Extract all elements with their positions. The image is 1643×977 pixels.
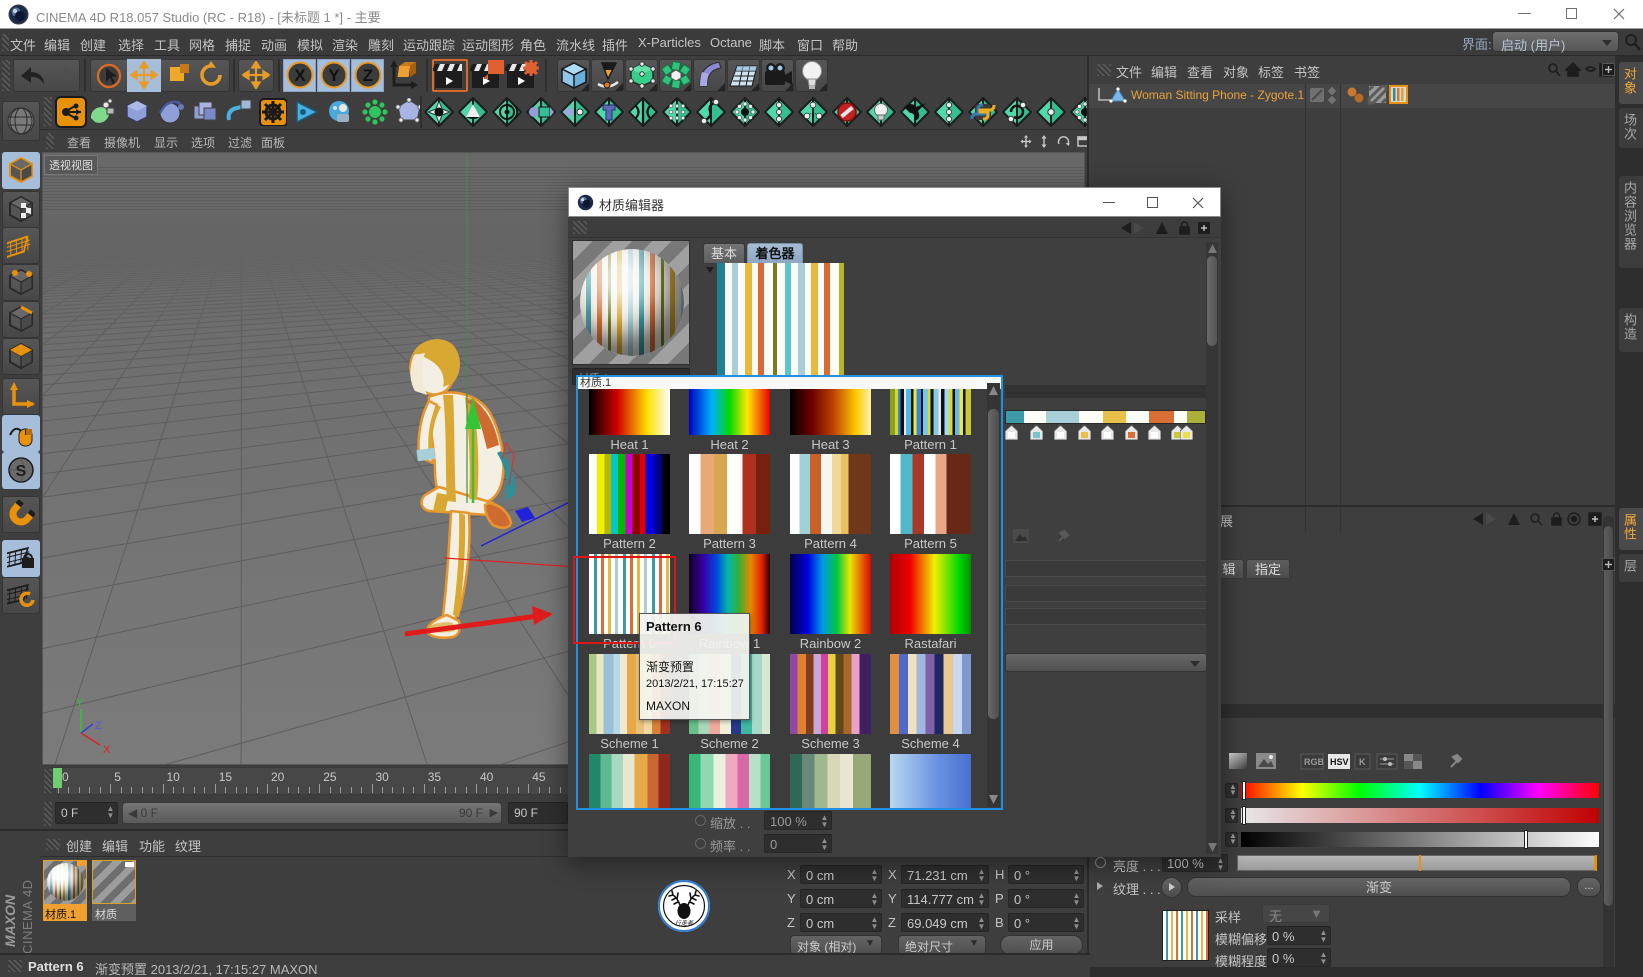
svg-text:HSV: HSV [1330,757,1349,767]
svg-text:S: S [16,463,27,480]
svg-text:行走者: 行走者 [675,919,694,927]
svg-text:Z: Z [95,720,102,732]
svg-text:X: X [294,66,306,85]
svg-text:Y: Y [76,697,84,709]
svg-text:RGB: RGB [1304,757,1325,767]
svg-text:Z: Z [363,66,373,85]
svg-text:X: X [103,744,111,756]
svg-text:K: K [1359,757,1366,767]
svg-text:Y: Y [328,66,340,85]
